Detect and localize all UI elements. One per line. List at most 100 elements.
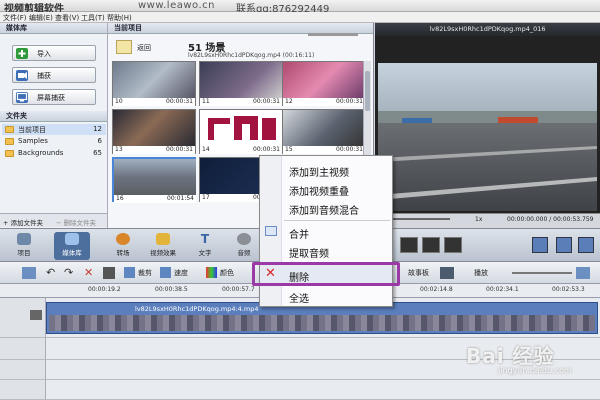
menu-item-add-video-overlay[interactable]: 添加视频重叠 xyxy=(260,179,392,198)
tab-transitions[interactable]: 转场 xyxy=(105,232,141,260)
thumbnail[interactable]: 13 00:00:31 xyxy=(112,109,196,154)
crop-label[interactable]: 裁剪 xyxy=(138,268,152,278)
tab-media-library-label: 媒体库 xyxy=(62,249,82,257)
tab-transitions-label: 转场 xyxy=(116,249,130,257)
folder-icon xyxy=(5,126,14,133)
tab-text[interactable]: T 文字 xyxy=(187,232,223,260)
folder-icon xyxy=(5,150,14,157)
menu-item-label: 添加到音频混合 xyxy=(289,206,359,217)
folder-row-backgrounds[interactable]: Backgrounds 65 xyxy=(2,148,106,159)
watermark: Bai 经验 xyxy=(466,344,555,368)
color-icon[interactable] xyxy=(206,267,217,278)
snapshot-icon[interactable] xyxy=(556,237,572,253)
menu-item-label: 合并 xyxy=(289,230,309,241)
timeline-zoom-slider[interactable] xyxy=(512,272,572,274)
back-button[interactable]: 返回 xyxy=(116,39,166,57)
menu-item-label: 添加到主视频 xyxy=(289,168,349,179)
text-track-header xyxy=(0,360,46,379)
storyboard-label[interactable]: 故事板 xyxy=(408,268,429,278)
text-icon: T xyxy=(200,232,210,246)
volume-icon[interactable] xyxy=(532,237,548,253)
tab-audio-label: 音频 xyxy=(237,249,251,257)
tab-video-effects[interactable]: 视频效果 xyxy=(145,232,181,260)
ruler-tick: 00:00:38.5 xyxy=(155,286,188,293)
preview-title: lv82L9sxH0Rhc1dPDKqog.mp4_016 xyxy=(375,23,600,36)
menu-item-add-to-main-video[interactable]: 添加到主视频 xyxy=(260,160,392,179)
ruler-tick: 00:02:14.8 xyxy=(420,286,453,293)
capture-label: 捕获 xyxy=(37,72,51,80)
ruler-tick: 00:00:57.7 xyxy=(222,286,255,293)
audio-icon xyxy=(237,233,251,245)
thumbnail[interactable]: 15 00:00:31 xyxy=(282,109,366,154)
folder-count: 65 xyxy=(93,149,102,157)
merge-icon xyxy=(265,226,277,236)
delete-icon[interactable]: ✕ xyxy=(84,267,96,279)
title-url: www.leawo.cn xyxy=(138,0,215,11)
speed-label: 1x xyxy=(475,216,483,223)
video-effects-icon xyxy=(156,233,170,245)
zoom-fit-icon[interactable] xyxy=(576,267,590,279)
menu-item-merge[interactable]: 合并 xyxy=(260,222,392,241)
clip-label: lv82L9sxH0Rhc1dPDKqog.mp4:4.mp4 xyxy=(135,305,259,313)
thumbnail[interactable]: 12 00:00:31 xyxy=(282,61,366,106)
color-label[interactable]: 颜色 xyxy=(220,268,234,278)
library-panel: 媒体库 导入 捕获 屏幕捕获 文件夹 当前项目 12 Samples 6 Bac… xyxy=(0,23,108,228)
audio-track-header xyxy=(0,380,46,399)
zoom-slider[interactable] xyxy=(308,33,358,36)
tab-media-library[interactable]: 媒体库 xyxy=(54,232,90,260)
preview-panel: lv82L9sxH0Rhc1dPDKqog.mp4_016 1x 00:00:0… xyxy=(375,23,600,228)
play-label[interactable]: 播放 xyxy=(474,268,488,278)
menu-edit[interactable]: 编辑(E) xyxy=(29,13,53,23)
delete-folder-button[interactable]: − 删除文件夹 xyxy=(56,217,96,227)
redo-icon[interactable]: ↷ xyxy=(64,267,76,279)
menu-tools[interactable]: 工具(T) xyxy=(81,13,105,23)
back-icon xyxy=(116,40,132,54)
ruler-tick: 00:02:34.1 xyxy=(486,286,519,293)
play-icon[interactable] xyxy=(400,237,418,253)
video-track-header xyxy=(0,298,46,337)
thumbnail[interactable]: 10 00:00:31 xyxy=(112,61,196,106)
stop-icon[interactable] xyxy=(422,237,440,253)
menu-item-select-all[interactable]: 全选 xyxy=(260,286,392,305)
folder-actions: + 添加文件夹 − 删除文件夹 xyxy=(0,213,107,227)
folder-row-current[interactable]: 当前项目 12 xyxy=(2,124,106,135)
back-label: 返回 xyxy=(137,44,151,52)
tab-video-effects-label: 视频效果 xyxy=(150,249,176,257)
preview-video xyxy=(378,63,597,211)
fullscreen-icon[interactable] xyxy=(578,237,594,253)
thumbnail[interactable]: 14 00:00:31 xyxy=(199,109,283,154)
menu-help[interactable]: 帮助(H) xyxy=(107,13,132,23)
ruler-tick: 00:02:53.3 xyxy=(552,286,585,293)
folders-header: 文件夹 xyxy=(0,111,107,122)
clip-filmstrip xyxy=(49,315,595,331)
thumbnail[interactable]: 11 00:00:31 xyxy=(199,61,283,106)
folder-row-samples[interactable]: Samples 6 xyxy=(2,136,106,147)
overlay-track-header xyxy=(0,338,46,359)
storyboard-icon[interactable] xyxy=(22,267,36,279)
import-button[interactable]: 导入 xyxy=(12,45,96,61)
menu-item-add-to-audio-mix[interactable]: 添加到音频混合 xyxy=(260,198,392,217)
timecode: 00:00:00.000 / 00:00:53.759 xyxy=(507,216,594,223)
screen-capture-icon xyxy=(16,92,28,103)
thumbnail-selected[interactable]: 16 00:01:54 xyxy=(112,157,196,203)
speed-tool-label[interactable]: 速度 xyxy=(174,268,188,278)
transition-icon xyxy=(116,233,130,245)
menu-item-extract-audio[interactable]: 提取音频 xyxy=(260,241,392,260)
next-frame-icon[interactable] xyxy=(444,237,462,253)
menu-view[interactable]: 查看(V) xyxy=(55,13,79,23)
menu-bar: 文件(F) 编辑(E) 查看(V) 工具(T) 帮助(H) xyxy=(0,12,600,23)
folder-count: 6 xyxy=(97,137,102,145)
folder-count: 12 xyxy=(93,125,102,133)
crop-icon[interactable] xyxy=(124,267,135,278)
folder-icon xyxy=(5,138,14,145)
screen-capture-button[interactable]: 屏幕捕获 xyxy=(12,89,96,105)
undo-icon[interactable]: ↶ xyxy=(46,267,58,279)
split-icon[interactable] xyxy=(103,267,115,279)
capture-button[interactable]: 捕获 xyxy=(12,67,96,83)
tab-project[interactable]: 项目 xyxy=(6,232,42,260)
speed-icon[interactable] xyxy=(160,267,171,278)
menu-file[interactable]: 文件(F) xyxy=(3,13,27,23)
tab-audio[interactable]: 音频 xyxy=(226,232,262,260)
add-folder-button[interactable]: + 添加文件夹 xyxy=(3,217,43,227)
record-icon[interactable] xyxy=(440,267,454,279)
